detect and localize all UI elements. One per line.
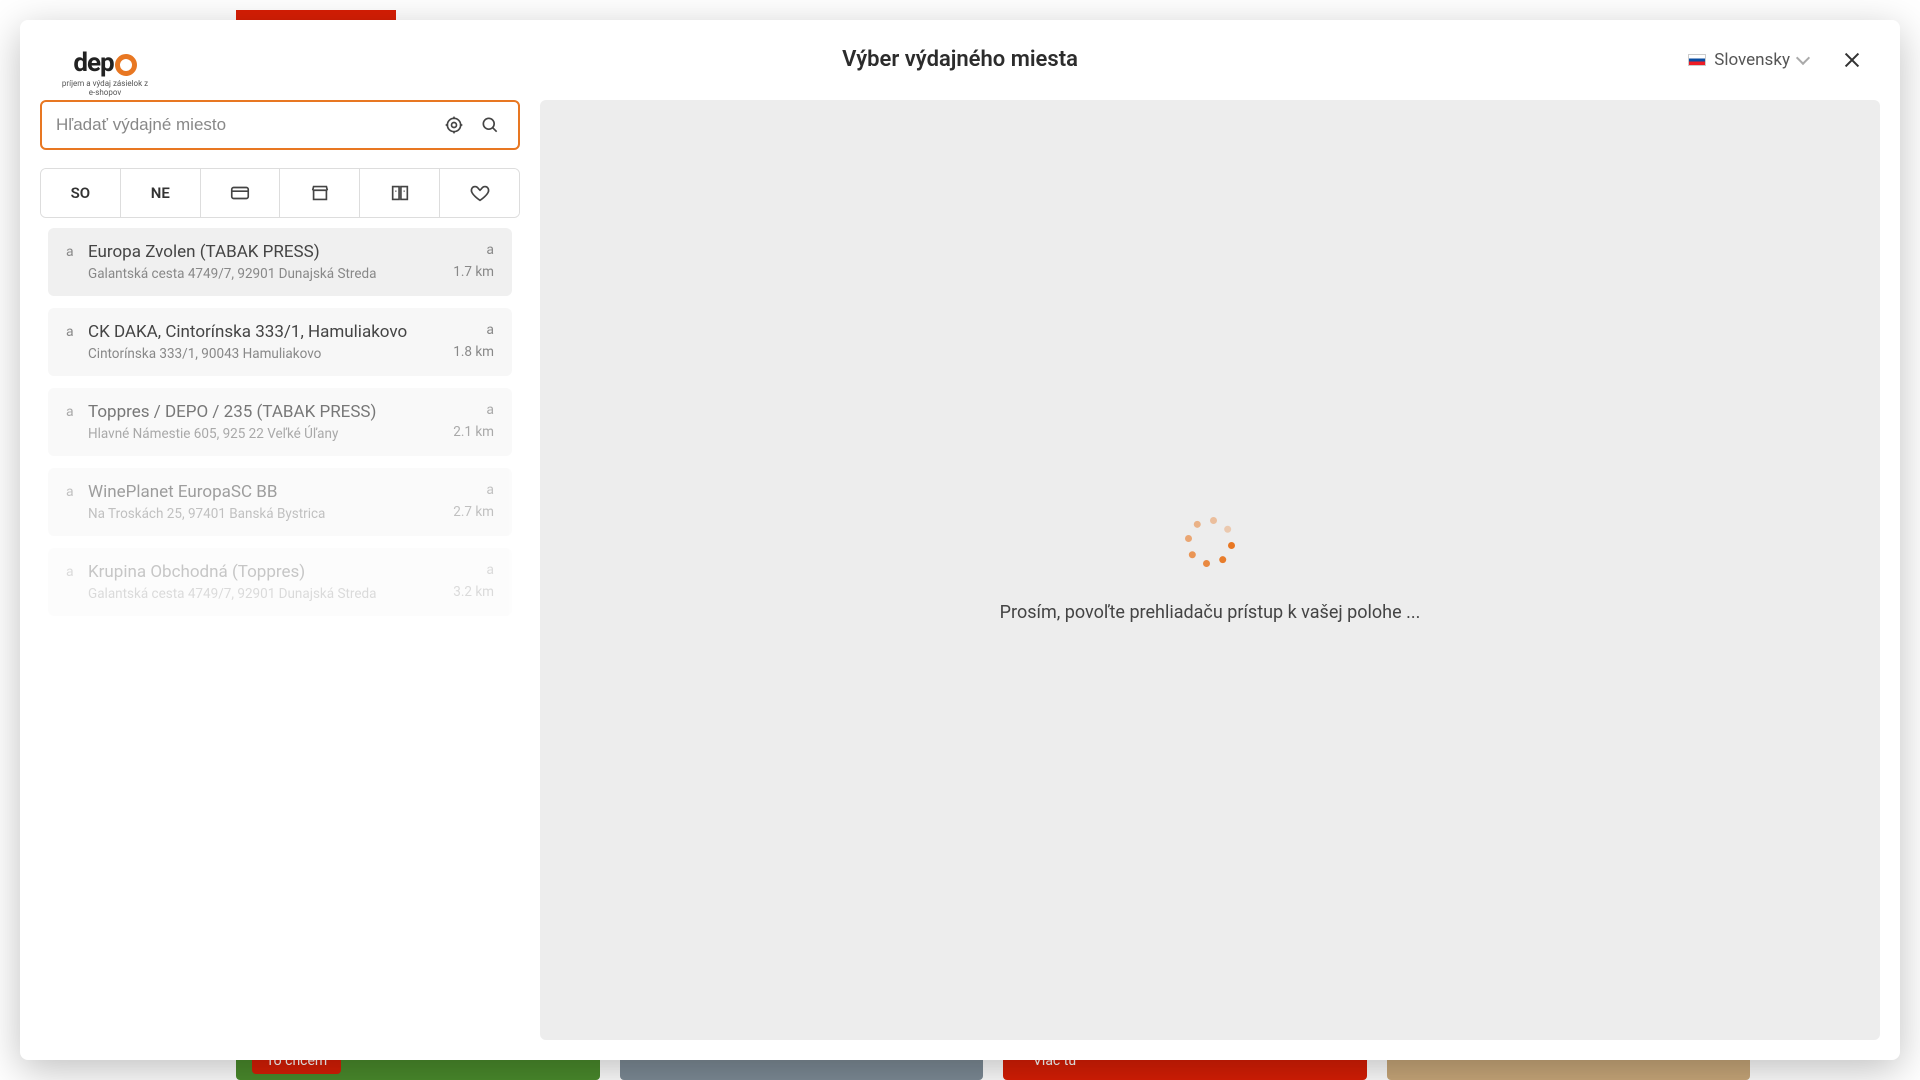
loading-spinner-icon (1186, 518, 1234, 566)
result-address: Hlavné Námestie 605, 925 22 Veľké Úľany (88, 426, 432, 442)
filter-card-payment[interactable] (201, 169, 281, 217)
result-status-right: a (486, 242, 494, 258)
locker-icon (389, 182, 411, 204)
result-address: Galantská cesta 4749/7, 92901 Dunajská S… (88, 266, 432, 282)
result-name: Toppres / DEPO / 235 (TABAK PRESS) (88, 402, 432, 422)
result-status: a (66, 562, 76, 580)
heart-icon (469, 182, 491, 204)
result-status: a (66, 402, 76, 420)
result-name: Krupina Obchodná (Toppres) (88, 562, 432, 582)
loading-text: Prosím, povoľte prehliadaču prístup k va… (1000, 602, 1421, 623)
modal-body: SO NE (20, 100, 1900, 1060)
language-label: Slovensky (1714, 50, 1790, 70)
chevron-down-icon (1796, 50, 1810, 64)
search-box (40, 100, 520, 150)
results-list[interactable]: a Europa Zvolen (TABAK PRESS) Galantská … (40, 228, 520, 1040)
result-status-right: a (486, 402, 494, 418)
map-panel: Prosím, povoľte prehliadaču prístup k va… (540, 100, 1880, 1040)
result-status-right: a (486, 322, 494, 338)
language-selector[interactable]: Slovensky (1688, 20, 1808, 99)
result-status-right: a (486, 482, 494, 498)
store-icon (309, 182, 331, 204)
result-name: WinePlanet EuropaSC BB (88, 482, 432, 502)
result-status: a (66, 482, 76, 500)
filter-locker[interactable] (360, 169, 440, 217)
search-button[interactable] (476, 111, 504, 139)
result-address: Galantská cesta 4749/7, 92901 Dunajská S… (88, 586, 432, 602)
result-distance: 2.1 km (453, 424, 494, 440)
result-name: CK DAKA, Cintorínska 333/1, Hamuliakovo (88, 322, 432, 342)
pickup-modal: dep príjem a výdaj zásielok z e-shopov V… (20, 20, 1900, 1060)
result-status: a (66, 322, 76, 340)
result-distance: 2.7 km (453, 504, 494, 520)
result-item[interactable]: a Krupina Obchodná (Toppres) Galantská c… (48, 548, 512, 616)
close-icon (1841, 49, 1863, 71)
result-distance: 1.7 km (453, 264, 494, 280)
result-item[interactable]: a Europa Zvolen (TABAK PRESS) Galantská … (48, 228, 512, 296)
result-item[interactable]: a Toppres / DEPO / 235 (TABAK PRESS) Hla… (48, 388, 512, 456)
left-panel: SO NE (40, 100, 520, 1040)
filter-saturday[interactable]: SO (41, 169, 121, 217)
result-name: Europa Zvolen (TABAK PRESS) (88, 242, 432, 262)
filter-sunday[interactable]: NE (121, 169, 201, 217)
search-input[interactable] (56, 115, 432, 135)
geolocate-button[interactable] (440, 111, 468, 139)
search-icon (480, 115, 500, 135)
close-button[interactable] (1838, 46, 1866, 74)
crosshair-icon (444, 115, 464, 135)
filter-store[interactable] (280, 169, 360, 217)
modal-title: Výber výdajného miesta (842, 47, 1078, 72)
result-status: a (66, 242, 76, 260)
depo-logo-text: dep (73, 48, 136, 78)
result-distance: 1.8 km (453, 344, 494, 360)
result-distance: 3.2 km (453, 584, 494, 600)
logo-subtitle: príjem a výdaj zásielok z e-shopov (60, 80, 150, 98)
result-item[interactable]: a CK DAKA, Cintorínska 333/1, Hamuliakov… (48, 308, 512, 376)
result-status-right: a (486, 562, 494, 578)
result-address: Cintorínska 333/1, 90043 Hamuliakovo (88, 346, 432, 362)
depo-logo: dep príjem a výdaj zásielok z e-shopov (60, 48, 150, 98)
filter-favorites[interactable] (440, 169, 519, 217)
logo-o-icon (115, 54, 137, 76)
flag-icon (1688, 54, 1706, 66)
filter-row: SO NE (40, 168, 520, 218)
result-address: Na Troskách 25, 97401 Banská Bystrica (88, 506, 432, 522)
credit-card-icon (229, 182, 251, 204)
modal-header: dep príjem a výdaj zásielok z e-shopov V… (20, 20, 1900, 100)
result-item[interactable]: a WinePlanet EuropaSC BB Na Troskách 25,… (48, 468, 512, 536)
logo-word: dep (73, 48, 113, 78)
